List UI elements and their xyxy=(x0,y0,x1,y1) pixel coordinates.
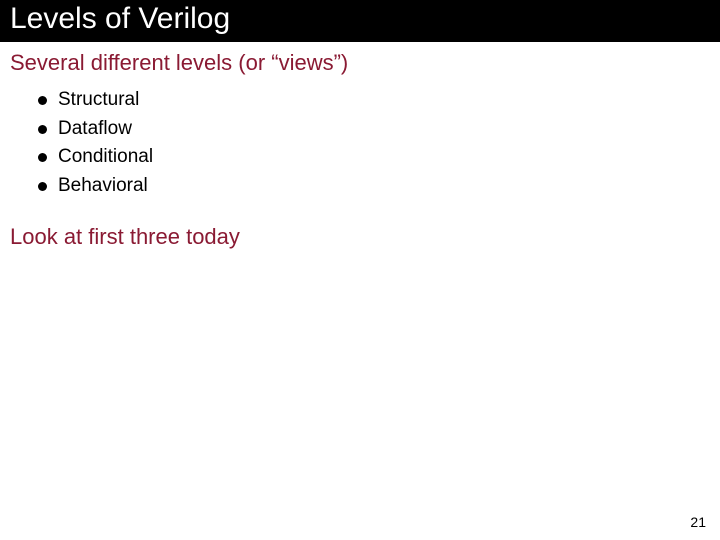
slide-title: Levels of Verilog xyxy=(10,2,230,35)
bullet-list: Structural Dataflow Conditional Behavior… xyxy=(10,86,706,200)
bullet-label: Dataflow xyxy=(58,118,132,139)
subheading-levels: Several different levels (or “views”) xyxy=(10,50,706,76)
page-number: 21 xyxy=(690,514,706,530)
bullet-label: Structural xyxy=(58,89,139,110)
subheading-today: Look at first three today xyxy=(10,224,706,250)
list-item: Structural xyxy=(38,86,706,115)
list-item: Behavioral xyxy=(38,172,706,201)
list-item: Dataflow xyxy=(38,115,706,144)
slide-title-bar: Levels of Verilog xyxy=(0,0,720,42)
slide-content: Several different levels (or “views”) St… xyxy=(0,42,720,250)
bullet-label: Conditional xyxy=(58,146,153,167)
bullet-label: Behavioral xyxy=(58,175,148,196)
list-item: Conditional xyxy=(38,143,706,172)
